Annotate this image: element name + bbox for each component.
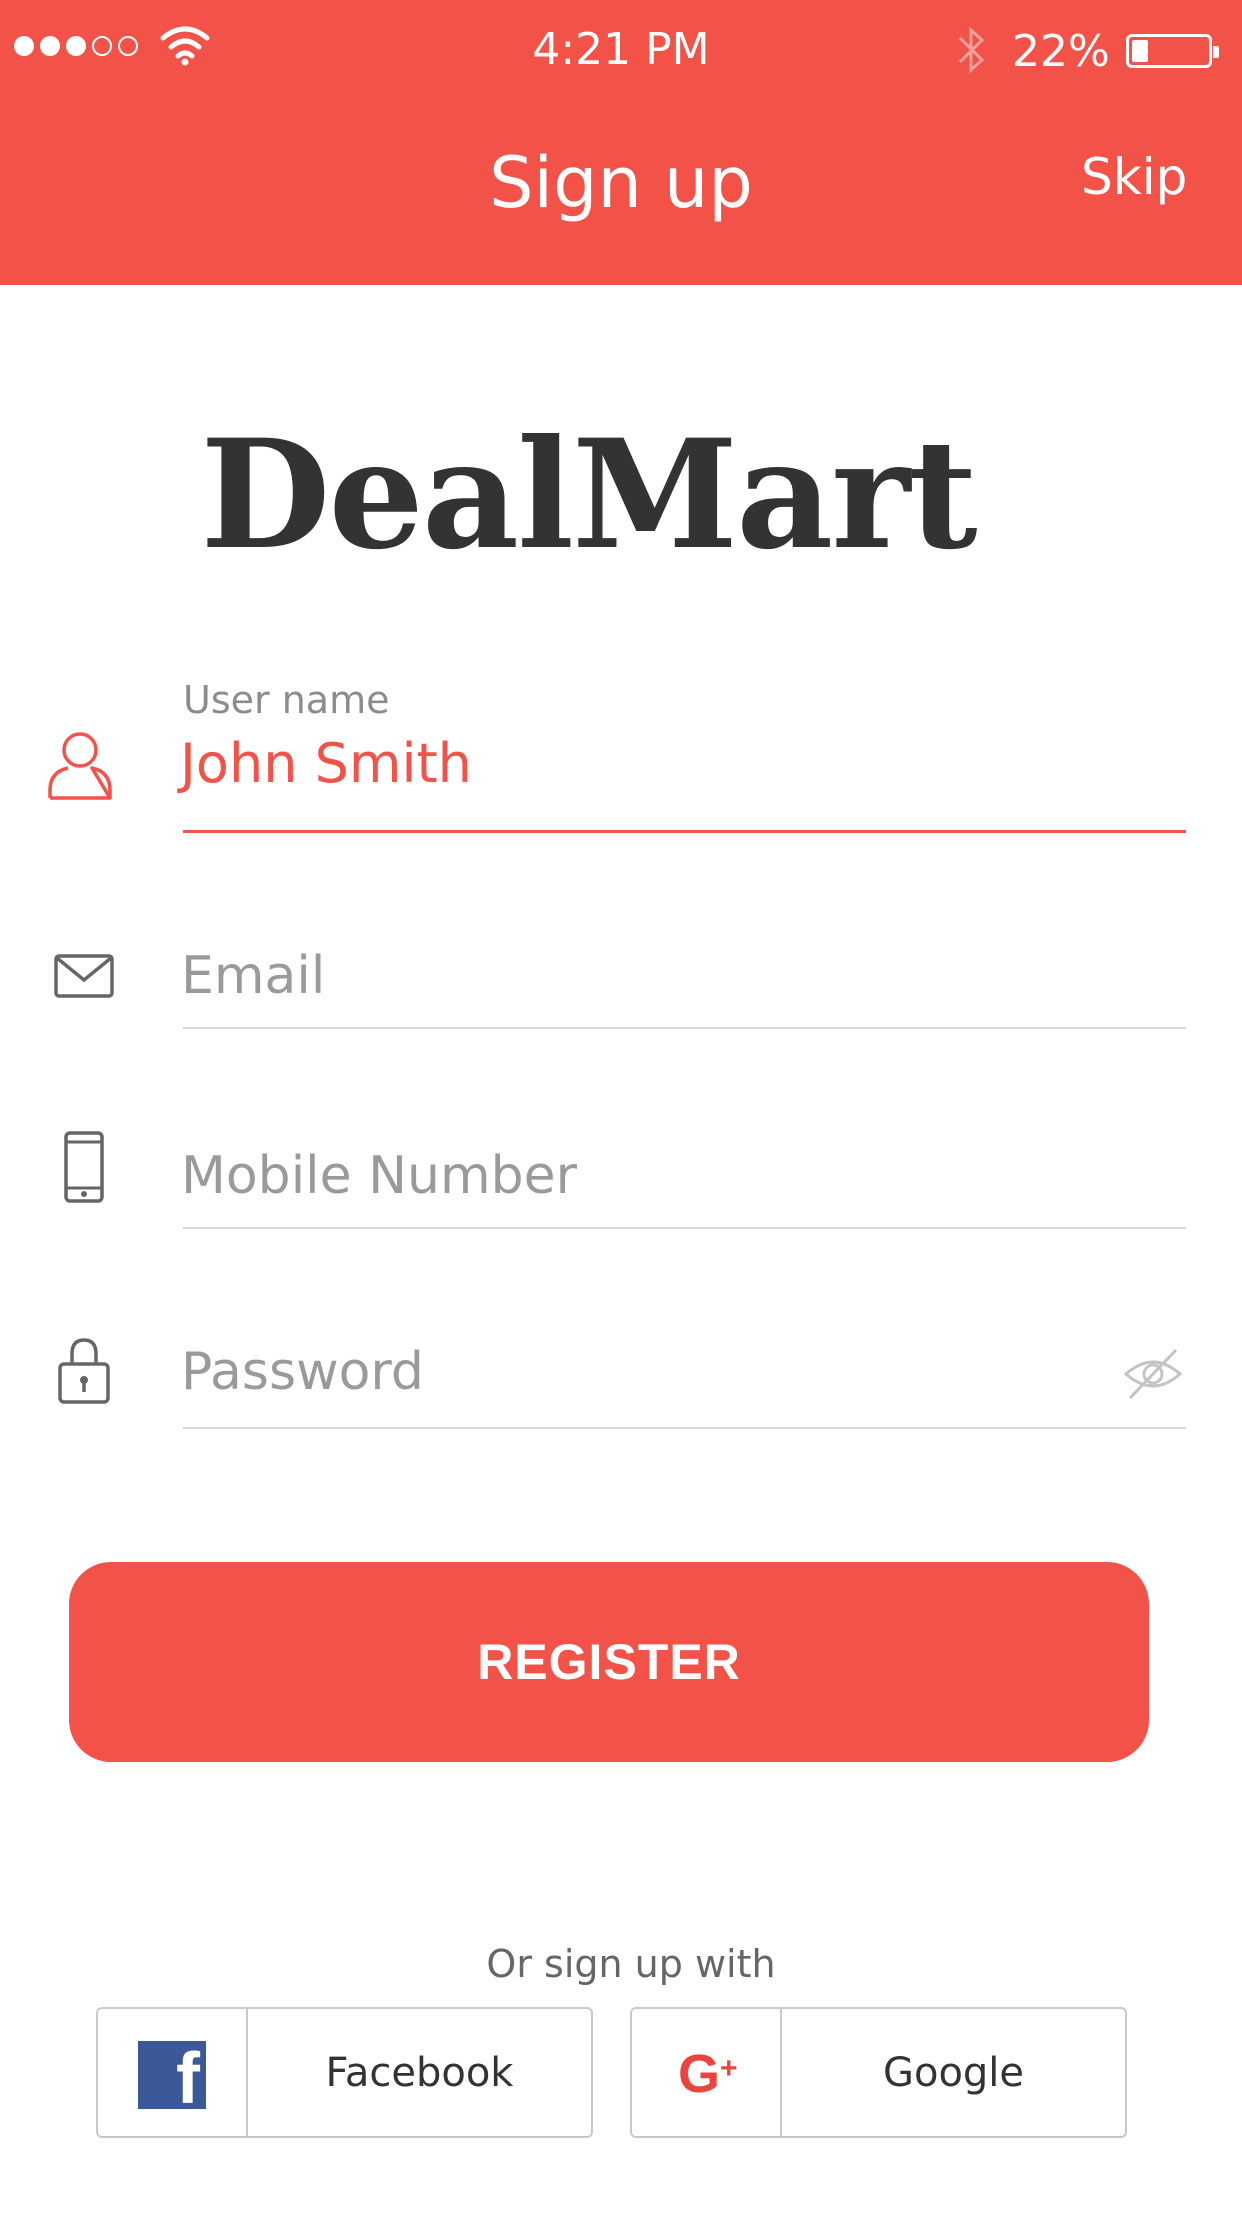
facebook-label: Facebook (325, 2049, 514, 2096)
username-input[interactable]: John Smith (180, 732, 472, 795)
google-label: Google (882, 2049, 1025, 2096)
phone-icon (64, 1131, 104, 1203)
google-plus-icon: G + (678, 2044, 738, 2104)
lock-icon (58, 1338, 110, 1404)
register-button[interactable]: REGISTER (69, 1562, 1149, 1762)
google-icon-box: G + (632, 2009, 782, 2136)
email-input[interactable]: Email (181, 946, 325, 1006)
battery-icon (1126, 34, 1219, 68)
facebook-icon-box: f (98, 2009, 248, 2136)
username-label: User name (183, 678, 390, 722)
dealmart-logo: DealMart (200, 407, 977, 583)
battery-percent: 22% (1012, 26, 1110, 77)
mail-icon (54, 954, 114, 998)
email-underline (183, 1027, 1186, 1029)
password-input[interactable]: Password (181, 1342, 424, 1402)
username-underline (183, 830, 1186, 833)
header-bar: 4:21 PM 22% Sign up Skip (0, 0, 1242, 285)
eye-off-icon[interactable] (1122, 1346, 1184, 1402)
skip-button[interactable]: Skip (1081, 148, 1187, 206)
mobile-underline (183, 1227, 1186, 1229)
bluetooth-icon (958, 26, 985, 74)
user-icon (48, 732, 112, 800)
status-bar: 4:21 PM 22% (0, 0, 1242, 100)
facebook-button[interactable]: f Facebook (96, 2007, 593, 2138)
social-prompt: Or sign up with (486, 1942, 776, 1986)
signup-screen: 4:21 PM 22% Sign up Skip DealMart User n… (0, 0, 1242, 2215)
password-underline (183, 1427, 1186, 1429)
google-button[interactable]: G + Google (630, 2007, 1127, 2138)
mobile-input[interactable]: Mobile Number (181, 1146, 577, 1206)
page-title: Sign up (489, 142, 753, 224)
facebook-icon: f (138, 2041, 206, 2115)
